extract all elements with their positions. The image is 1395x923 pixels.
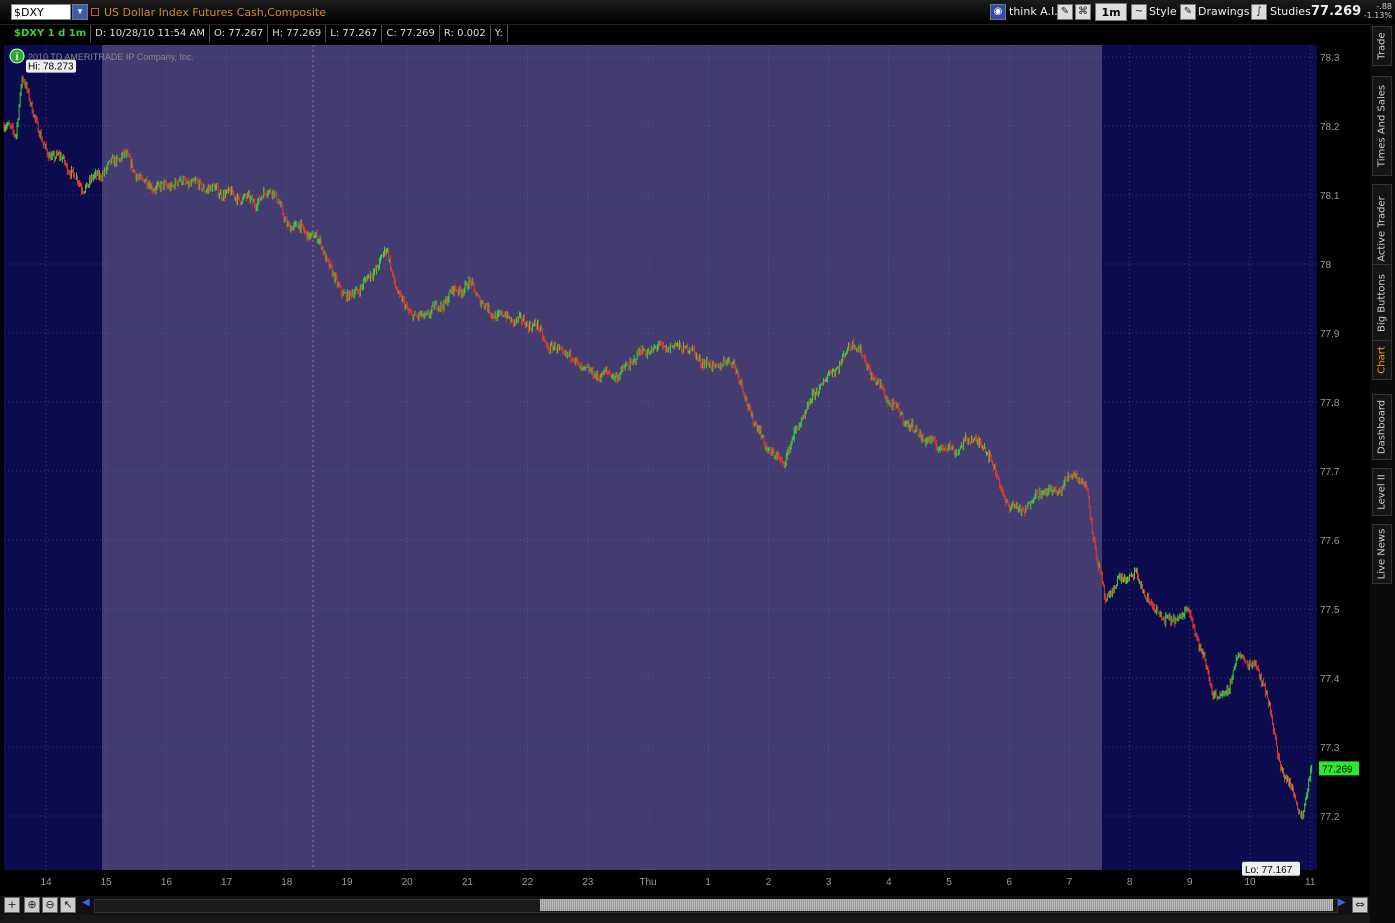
y-tick-label: 77.5 xyxy=(1320,605,1340,616)
y-tick-label: 77.6 xyxy=(1320,536,1340,547)
info-icon[interactable]: i xyxy=(9,48,25,64)
chart-info-bar: $DXY 1 d 1m D: 10/28/10 11:54 AM O: 77.267… xyxy=(10,25,508,42)
price-chart[interactable]: 78.378.278.17877.977.877.777.677.577.477… xyxy=(0,25,1370,896)
tab-level-ii[interactable]: Level II xyxy=(1372,468,1392,516)
last-price-label: 77.269 xyxy=(1322,764,1353,775)
tab-active-trader[interactable]: Active Trader xyxy=(1372,184,1392,274)
x-tick-label: 16 xyxy=(161,877,173,888)
x-tick-label: 18 xyxy=(281,877,293,888)
y-tick-label: 78 xyxy=(1320,260,1332,271)
pointer-icon[interactable]: ↖ xyxy=(60,897,76,913)
tab-chart[interactable]: Chart xyxy=(1372,340,1392,380)
scrollbar-thumb[interactable] xyxy=(540,899,1333,911)
tab-big-buttons[interactable]: Big Buttons xyxy=(1372,264,1392,342)
x-tick-label: 8 xyxy=(1127,877,1133,888)
x-tick-label: 21 xyxy=(462,877,474,888)
x-tick-label: 17 xyxy=(221,877,233,888)
timeframe-button[interactable]: 1m xyxy=(1095,3,1127,21)
link-icon[interactable] xyxy=(91,8,99,16)
pct-change: -1.13% xyxy=(1363,11,1392,20)
x-tick-label: 11 xyxy=(1305,877,1316,888)
info-close: C: 77.269 xyxy=(382,25,440,42)
bottom-toolbar: + ⊕ ⊖ ↖ ◀ ▶ ⇔ xyxy=(0,896,1370,915)
symbol-description: US Dollar Index Futures Cash,Composite xyxy=(104,6,326,19)
x-tick-label: 4 xyxy=(886,877,892,888)
y-tick-label: 78.3 xyxy=(1320,53,1340,64)
scroll-right-icon[interactable]: ▶ xyxy=(1338,897,1346,908)
tab-trade[interactable]: Trade xyxy=(1372,26,1392,66)
status-strip xyxy=(0,915,1370,923)
x-tick-label: 2 xyxy=(766,877,772,888)
watermark: 2010 TD AMERITRADE IP Company, Inc. xyxy=(28,52,194,62)
y-tick-label: 77.7 xyxy=(1320,467,1340,478)
last-price: 77.269 xyxy=(1311,4,1362,19)
info-y: Y: xyxy=(491,25,508,42)
settings-icon[interactable]: ✎ xyxy=(1057,4,1073,20)
x-tick-label: 6 xyxy=(1006,877,1012,888)
studies-icon[interactable]: ∫ xyxy=(1251,4,1267,20)
symbol-lookup-button[interactable]: ▾ xyxy=(72,4,88,20)
x-tick-label: 7 xyxy=(1067,877,1073,888)
x-tick-label: 1 xyxy=(705,877,711,888)
svg-text:i: i xyxy=(16,52,19,63)
net-change: -.88 xyxy=(1376,2,1392,11)
y-tick-label: 78.2 xyxy=(1320,122,1340,133)
style-icon[interactable]: ~ xyxy=(1131,4,1147,20)
chart-symbol-label[interactable]: $DXY 1 d 1m xyxy=(10,25,92,42)
lo-label: Lo: 77.167 xyxy=(1245,865,1293,876)
chart-area[interactable]: 78.3 78.2 78.1 78 77.9 77.8 77.7 77.6 77.5 77.4 77… xyxy=(0,25,1370,913)
y-tick-label: 78.1 xyxy=(1320,191,1340,202)
hi-label: Hi: 78.273 xyxy=(28,62,74,73)
x-tick-label: 20 xyxy=(402,877,414,888)
symbol-input[interactable]: $DXY xyxy=(11,4,71,20)
info-date: D: 10/28/10 11:54 AM xyxy=(91,25,210,42)
info-range: R: 0.002 xyxy=(440,25,491,42)
x-tick-label: 15 xyxy=(101,877,113,888)
x-tick-label: 19 xyxy=(341,877,353,888)
x-tick-label: 22 xyxy=(522,877,534,888)
tab-times-and-sales[interactable]: Times And Sales xyxy=(1372,76,1392,176)
scroll-left-icon[interactable]: ◀ xyxy=(82,897,90,908)
regular-session-shade xyxy=(102,45,1102,870)
think-ai-button[interactable]: think A.I. xyxy=(1009,3,1058,21)
x-tick-label: 23 xyxy=(582,877,594,888)
think-ai-icon[interactable]: ◉ xyxy=(990,4,1006,20)
x-tick-label: 9 xyxy=(1187,877,1193,888)
style-button[interactable]: Style xyxy=(1149,3,1177,21)
drawings-button[interactable]: Drawings xyxy=(1198,3,1249,21)
x-tick-label: 3 xyxy=(826,877,832,888)
tab-live-news[interactable]: Live News xyxy=(1372,524,1392,584)
y-tick-label: 77.3 xyxy=(1320,743,1340,754)
studies-button[interactable]: Studies xyxy=(1270,3,1311,21)
y-tick-label: 77.8 xyxy=(1320,398,1340,409)
info-open: O: 77.267 xyxy=(210,25,269,42)
tab-dashboard[interactable]: Dashboard xyxy=(1372,394,1392,460)
info-low: L: 77.267 xyxy=(326,25,383,42)
right-sidebar: Trade Times And Sales Active Trader Big … xyxy=(1370,24,1395,923)
zoom-out-icon[interactable]: ⊖ xyxy=(42,897,58,913)
zoom-in-icon[interactable]: ⊕ xyxy=(24,897,40,913)
info-high: H: 77.269 xyxy=(268,25,327,42)
price-change: -.88 -1.13% xyxy=(1362,2,1392,20)
y-tick-label: 77.2 xyxy=(1320,812,1340,823)
top-toolbar: $DXY ▾ US Dollar Index Futures Cash,Comp… xyxy=(0,0,1395,25)
x-tick-label: Thu xyxy=(639,877,656,888)
fit-chart-icon[interactable]: ⇔ xyxy=(1352,897,1368,913)
y-tick-label: 77.4 xyxy=(1320,674,1340,685)
x-tick-label: 10 xyxy=(1244,877,1256,888)
price-axis[interactable]: 78.3 78.2 78.1 78 77.9 77.8 77.7 77.6 77.5 77.4 77… xyxy=(1320,53,1340,823)
drawings-icon[interactable]: ✎ xyxy=(1180,4,1196,20)
link-tool-icon[interactable]: ⌘ xyxy=(1075,4,1091,20)
x-tick-label: 14 xyxy=(40,877,52,888)
time-axis[interactable]: 14 15 16 17 18 19 20 21 22 23 Thu 1 2 3 4 5 6 7 8 9 10 11 xyxy=(40,877,1315,888)
y-tick-label: 77.9 xyxy=(1320,329,1340,340)
x-tick-label: 5 xyxy=(946,877,952,888)
expand-icon[interactable]: + xyxy=(4,897,20,913)
